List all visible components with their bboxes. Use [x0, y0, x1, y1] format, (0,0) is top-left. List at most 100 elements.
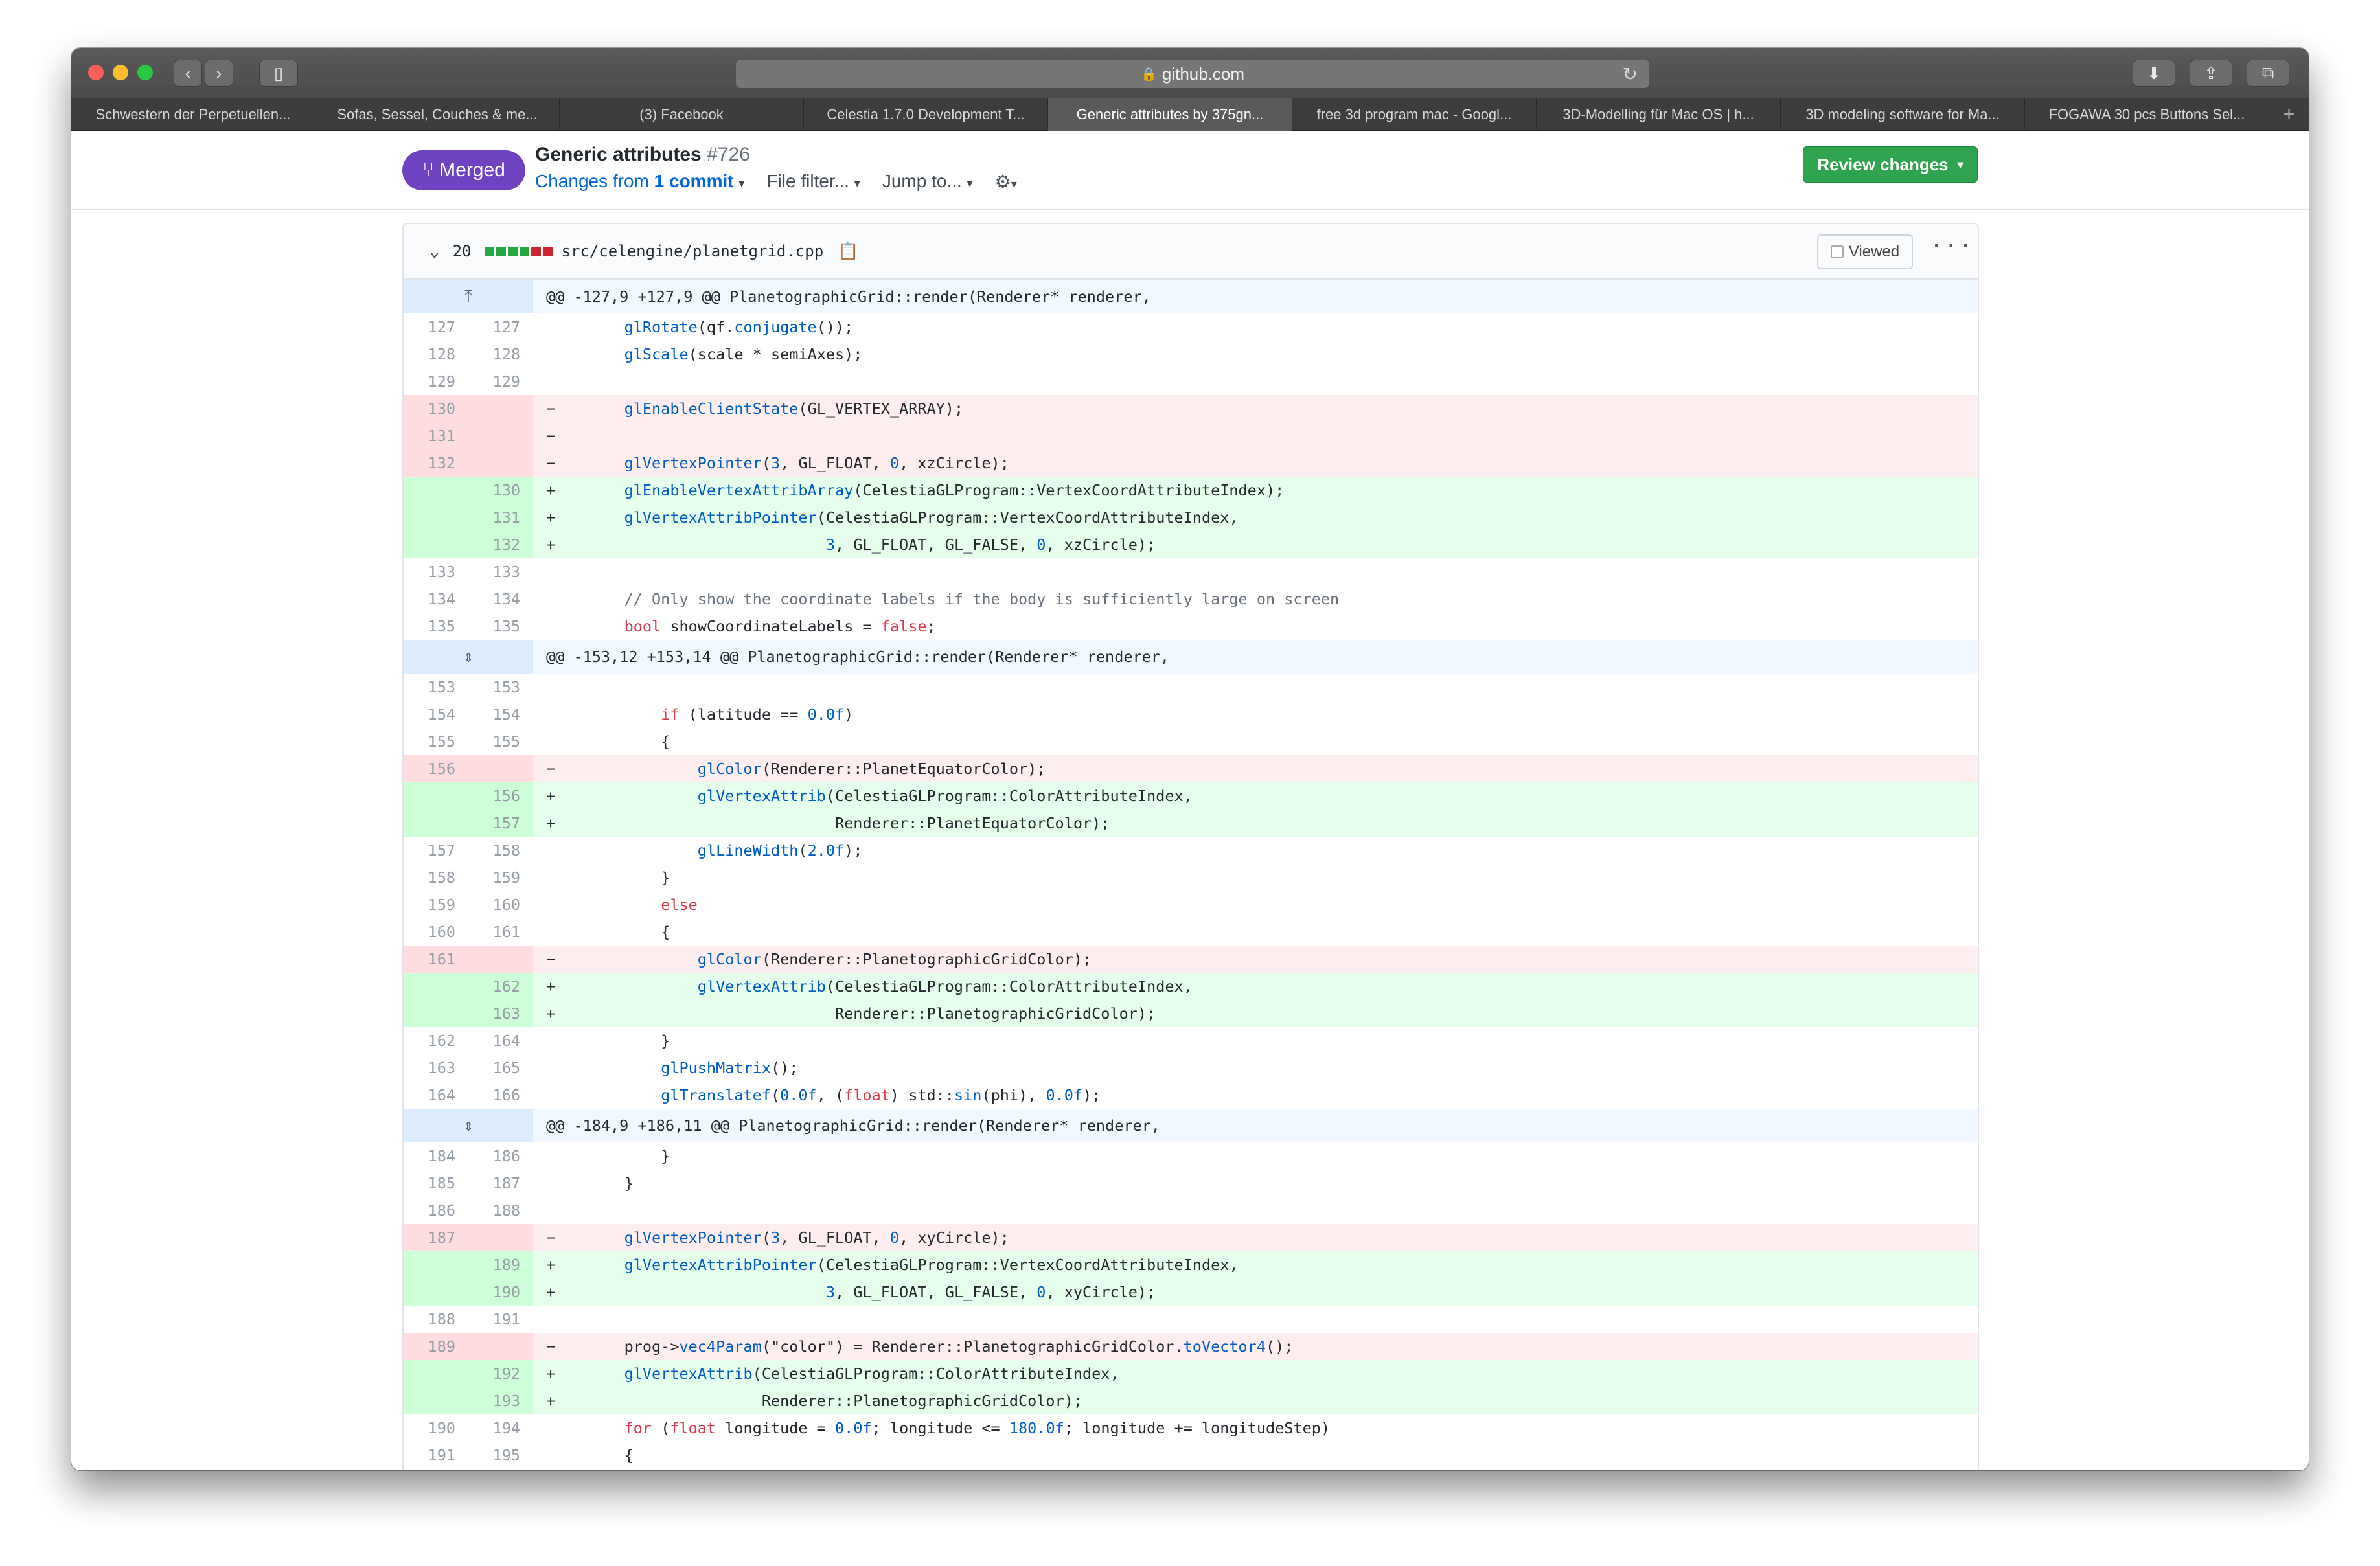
browser-tab[interactable]: FOGAWA 30 pcs Buttons Sel...	[2025, 98, 2269, 131]
jump-to-dropdown[interactable]: Jump to... ▾	[882, 171, 973, 192]
old-line-number[interactable]	[404, 531, 468, 558]
new-line-number[interactable]: 190	[468, 1278, 533, 1306]
minimize-window-button[interactable]	[113, 65, 128, 80]
expand-lines-icon[interactable]: ⇕	[404, 640, 533, 674]
old-line-number[interactable]: 158	[404, 864, 468, 891]
old-line-number[interactable]: 128	[404, 341, 468, 368]
browser-tab[interactable]: Celestia 1.7.0 Development T...	[804, 98, 1048, 131]
old-line-number[interactable]: 135	[404, 613, 468, 640]
old-line-number[interactable]	[404, 1251, 468, 1278]
old-line-number[interactable]: 133	[404, 558, 468, 585]
old-line-number[interactable]: 127	[404, 313, 468, 341]
new-line-number[interactable]: 188	[468, 1197, 533, 1224]
new-line-number[interactable]: 131	[468, 504, 533, 531]
old-line-number[interactable]: 130	[404, 395, 468, 422]
old-line-number[interactable]: 164	[404, 1082, 468, 1109]
new-line-number[interactable]: 193	[468, 1387, 533, 1414]
new-line-number[interactable]: 164	[468, 1027, 533, 1054]
old-line-number[interactable]: 186	[404, 1197, 468, 1224]
old-line-number[interactable]: 187	[404, 1224, 468, 1251]
old-line-number[interactable]: 153	[404, 674, 468, 701]
new-line-number[interactable]: 194	[468, 1414, 533, 1442]
old-line-number[interactable]: 189	[404, 1333, 468, 1360]
new-line-number[interactable]: 160	[468, 891, 533, 918]
browser-tab[interactable]: 3D modeling software for Ma...	[1781, 98, 2025, 131]
new-tab-button[interactable]: +	[2269, 98, 2309, 130]
tab-overview-button[interactable]: ⧉	[2247, 60, 2289, 87]
new-line-number[interactable]: 154	[468, 701, 533, 728]
new-line-number[interactable]: 132	[468, 531, 533, 558]
new-line-number[interactable]: 156	[468, 782, 533, 810]
old-line-number[interactable]	[404, 810, 468, 837]
changes-from-dropdown[interactable]: Changes from 1 commit ▾	[535, 171, 744, 192]
old-line-number[interactable]: 160	[404, 918, 468, 946]
new-line-number[interactable]: 157	[468, 810, 533, 837]
new-line-number[interactable]: 163	[468, 1000, 533, 1027]
downloads-button[interactable]: ⬇	[2133, 60, 2175, 87]
new-line-number[interactable]: 134	[468, 585, 533, 613]
browser-tab[interactable]: Generic attributes by 375gn...	[1048, 98, 1292, 131]
old-line-number[interactable]: 184	[404, 1142, 468, 1170]
old-line-number[interactable]: 132	[404, 449, 468, 477]
new-line-number[interactable]	[468, 1333, 533, 1360]
new-line-number[interactable]: 191	[468, 1306, 533, 1333]
file-filter-dropdown[interactable]: File filter... ▾	[766, 171, 860, 192]
address-bar[interactable]: 🔒 github.com ↻	[736, 60, 1649, 88]
old-line-number[interactable]: 155	[404, 728, 468, 755]
new-line-number[interactable]: 153	[468, 674, 533, 701]
more-options-icon[interactable]: ···	[1930, 233, 1973, 259]
new-line-number[interactable]: 130	[468, 477, 533, 504]
commit-count-link[interactable]: 1 commit	[654, 171, 734, 191]
new-line-number[interactable]: 195	[468, 1442, 533, 1469]
old-line-number[interactable]	[404, 504, 468, 531]
browser-tab[interactable]: (3) Facebook	[560, 98, 804, 131]
old-line-number[interactable]: 162	[404, 1027, 468, 1054]
old-line-number[interactable]: 163	[404, 1054, 468, 1082]
new-line-number[interactable]	[468, 946, 533, 973]
browser-tab[interactable]: 3D-Modelling für Mac OS | h...	[1537, 98, 1781, 131]
new-line-number[interactable]: 155	[468, 728, 533, 755]
new-line-number[interactable]: 133	[468, 558, 533, 585]
old-line-number[interactable]: 157	[404, 837, 468, 864]
new-line-number[interactable]	[468, 395, 533, 422]
new-line-number[interactable]: 127	[468, 313, 533, 341]
viewed-checkbox[interactable]: Viewed	[1817, 234, 1913, 269]
browser-tab[interactable]: free 3d program mac - Googl...	[1292, 98, 1537, 131]
forward-button[interactable]: ›	[205, 60, 233, 87]
new-line-number[interactable]: 162	[468, 973, 533, 1000]
new-line-number[interactable]: 186	[468, 1142, 533, 1170]
review-changes-button[interactable]: Review changes ▾	[1803, 146, 1978, 183]
sidebar-button[interactable]: ▯	[259, 60, 298, 87]
new-line-number[interactable]: 192	[468, 1360, 533, 1387]
new-line-number[interactable]: 135	[468, 613, 533, 640]
new-line-number[interactable]: 189	[468, 1251, 533, 1278]
old-line-number[interactable]: 185	[404, 1170, 468, 1197]
new-line-number[interactable]: 165	[468, 1054, 533, 1082]
old-line-number[interactable]	[404, 1387, 468, 1414]
old-line-number[interactable]: 161	[404, 946, 468, 973]
old-line-number[interactable]	[404, 782, 468, 810]
expand-lines-icon[interactable]: ⤒	[404, 280, 533, 313]
old-line-number[interactable]	[404, 1000, 468, 1027]
old-line-number[interactable]: 156	[404, 755, 468, 782]
old-line-number[interactable]: 154	[404, 701, 468, 728]
old-line-number[interactable]	[404, 973, 468, 1000]
file-path[interactable]: src/celengine/planetgrid.cpp	[562, 242, 824, 260]
new-line-number[interactable]	[468, 755, 533, 782]
new-line-number[interactable]: 166	[468, 1082, 533, 1109]
clipboard-icon[interactable]: 📋	[838, 242, 858, 261]
browser-tab[interactable]: Schwestern der Perpetuellen...	[71, 98, 315, 131]
old-line-number[interactable]	[404, 1360, 468, 1387]
new-line-number[interactable]	[468, 1224, 533, 1251]
old-line-number[interactable]: 190	[404, 1414, 468, 1442]
new-line-number[interactable]: 161	[468, 918, 533, 946]
old-line-number[interactable]: 129	[404, 368, 468, 395]
reload-icon[interactable]: ↻	[1623, 63, 1638, 85]
new-line-number[interactable]: 159	[468, 864, 533, 891]
old-line-number[interactable]: 131	[404, 422, 468, 449]
close-window-button[interactable]	[88, 65, 104, 80]
old-line-number[interactable]: 191	[404, 1442, 468, 1469]
old-line-number[interactable]	[404, 1278, 468, 1306]
share-button[interactable]: ⇪	[2190, 60, 2232, 87]
new-line-number[interactable]	[468, 449, 533, 477]
